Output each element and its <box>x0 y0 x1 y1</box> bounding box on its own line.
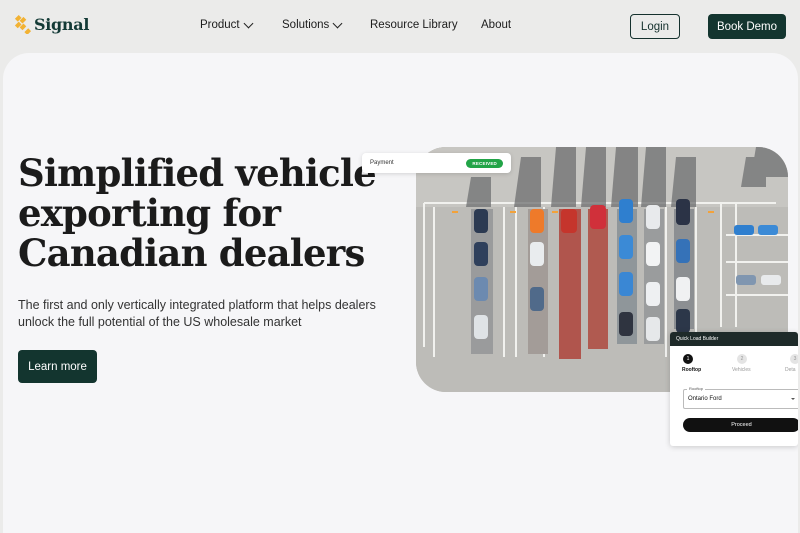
step-2-label: Vehicles <box>732 367 751 373</box>
subtitle-line: unlock the full potential of the US whol… <box>18 315 302 329</box>
nav-item-solutions[interactable]: Solutions <box>282 18 343 31</box>
subtitle-line: The first and only vertically integrated… <box>18 298 376 312</box>
top-nav: Signal Product Solutions Resource Librar… <box>0 0 800 53</box>
hero-headline: Simplified vehicle exporting for Canadia… <box>18 153 378 273</box>
signal-logo[interactable]: Signal <box>13 15 89 34</box>
payment-label: Payment <box>370 160 394 166</box>
quick-load-builder-title: Quick Load Builder <box>670 332 798 346</box>
login-button[interactable]: Login <box>630 14 680 39</box>
step-1-label: Rooftop <box>682 367 702 373</box>
rooftop-field-value: Ontario Ford <box>688 396 722 402</box>
nav-item-label: Resource Library <box>370 19 458 31</box>
book-demo-button[interactable]: Book Demo <box>708 14 786 39</box>
signal-logo-icon <box>14 15 32 34</box>
brand-name: Signal <box>34 15 90 34</box>
nav-item-about[interactable]: About <box>481 19 511 31</box>
step-2-indicator: 2 <box>737 354 747 364</box>
proceed-button[interactable]: Proceed <box>683 418 798 432</box>
learn-more-button[interactable]: Learn more <box>18 350 97 383</box>
payment-status-card: Payment RECEIVED <box>362 153 511 173</box>
nav-item-product[interactable]: Product <box>200 18 254 31</box>
nav-item-resource-library[interactable]: Resource Library <box>370 19 458 31</box>
nav-item-label: Product <box>200 19 240 31</box>
headline-line: exporting for <box>18 191 281 235</box>
chevron-down-icon <box>243 18 254 28</box>
caret-down-icon <box>791 398 795 400</box>
step-1-indicator: 1 <box>683 354 693 364</box>
step-3-label: Deta <box>785 367 796 373</box>
rooftop-field-label: Rooftop <box>687 386 706 391</box>
received-status-badge: RECEIVED <box>466 158 503 168</box>
headline-line: Canadian dealers <box>18 231 365 275</box>
hero-section: Simplified vehicle exporting for Canadia… <box>3 53 798 533</box>
nav-item-label: About <box>481 19 512 31</box>
headline-line: Simplified vehicle <box>18 151 377 195</box>
quick-load-builder-card: Quick Load Builder 1 Rooftop 2 Vehicles … <box>670 332 798 446</box>
nav-item-label: Solutions <box>282 19 330 31</box>
hero-subtitle: The first and only vertically integrated… <box>18 297 398 331</box>
chevron-down-icon <box>332 18 343 28</box>
step-3-indicator: 3 <box>790 354 798 364</box>
